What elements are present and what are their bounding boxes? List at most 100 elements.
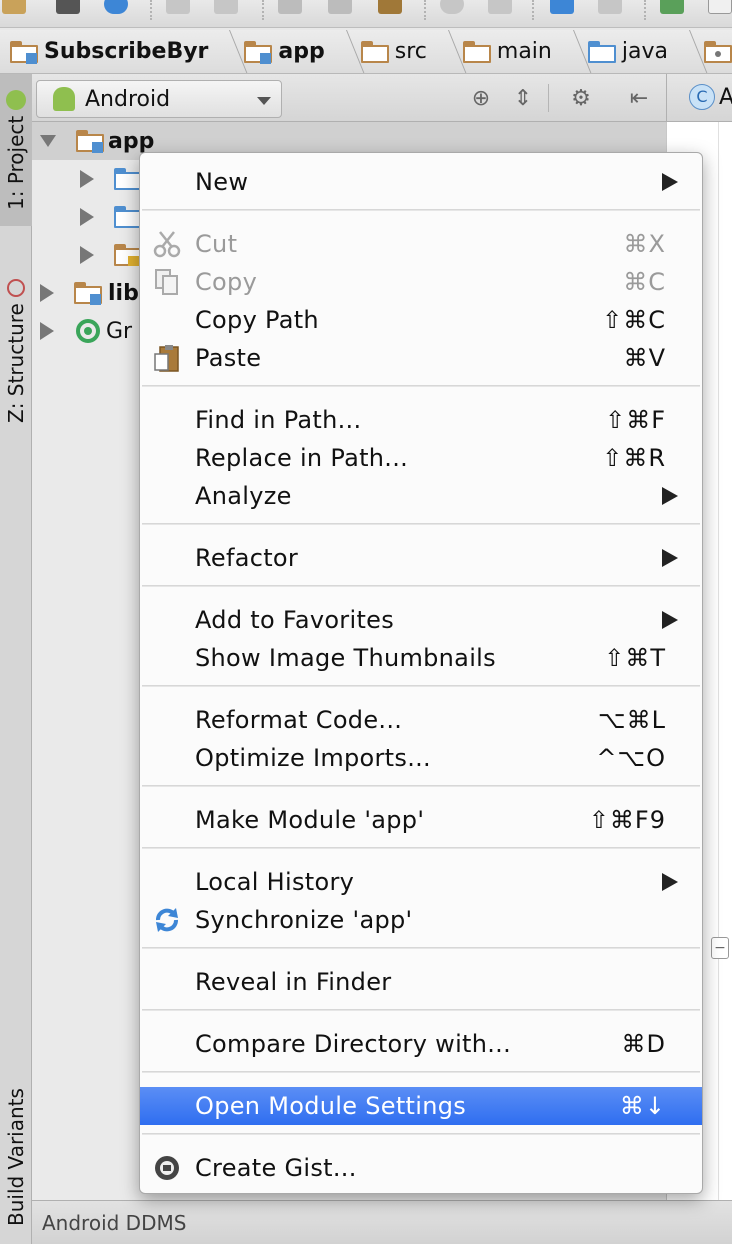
collapse-arrow-icon[interactable]: [80, 170, 94, 188]
tab-project[interactable]: 1: Project: [0, 74, 32, 226]
tab-build-variants[interactable]: Build Variants: [0, 1070, 32, 1244]
fold-icon[interactable]: −: [711, 937, 729, 959]
menu-item-cut[interactable]: Cut ⌘X: [140, 225, 702, 263]
tab-structure[interactable]: Z: Structure: [0, 266, 32, 436]
package-icon: [703, 40, 732, 63]
menu-item-label: Optimize Imports...: [195, 744, 431, 772]
menu-item-show-image-thumbnails[interactable]: Show Image Thumbnails ⇧⌘T: [140, 639, 702, 677]
menu-separator: [142, 1009, 700, 1011]
breadcrumb-item-project[interactable]: SubscribeByr: [10, 30, 249, 73]
menu-separator: [142, 947, 700, 949]
menu-item-reveal-in-finder[interactable]: Reveal in Finder: [140, 963, 702, 1001]
folder-icon[interactable]: [2, 0, 26, 14]
menu-item-copy-path[interactable]: Copy Path ⇧⌘C: [140, 301, 702, 339]
menu-item-new[interactable]: New: [140, 163, 702, 201]
breadcrumb-item-cn[interactable]: cn: [703, 30, 732, 73]
tree-row[interactable]: [80, 236, 144, 274]
breadcrumb-label: app: [278, 39, 325, 64]
tab-structure-label: Z: Structure: [4, 303, 28, 423]
collapse-arrow-icon[interactable]: [80, 246, 94, 264]
menu-item-analyze[interactable]: Analyze: [140, 477, 702, 515]
menu-item-label: Compare Directory with...: [195, 1030, 512, 1058]
save-icon[interactable]: [56, 0, 80, 14]
breadcrumb-item-src[interactable]: src: [360, 30, 467, 73]
menu-item-synchronize[interactable]: Synchronize 'app': [140, 901, 702, 939]
tab-android-ddms[interactable]: Android DDMS: [42, 1211, 186, 1235]
header-separator: [548, 84, 549, 112]
chevron-down-icon: [257, 97, 271, 105]
undo-icon[interactable]: [166, 0, 190, 14]
redo-icon[interactable]: [214, 0, 238, 14]
left-tool-strip: 1: Project Z: Structure Build Variants: [0, 74, 32, 1244]
submenu-arrow-icon: [662, 611, 678, 629]
paste-icon[interactable]: [378, 0, 402, 14]
find-icon[interactable]: [440, 0, 464, 14]
menu-item-shortcut: ⌘D: [621, 1030, 666, 1058]
gear-icon[interactable]: ⚙: [568, 86, 594, 112]
project-panel-header: Android ⊕ ⇕ ⚙ ⇤: [32, 74, 666, 122]
hide-panel-icon[interactable]: ⇤: [626, 86, 652, 112]
menu-item-open-module-settings[interactable]: Open Module Settings ⌘↓: [140, 1087, 702, 1125]
target-icon[interactable]: ⊕: [468, 86, 494, 112]
menu-item-create-gist[interactable]: Create Gist...: [140, 1149, 702, 1187]
menu-item-find-in-path[interactable]: Find in Path... ⇧⌘F: [140, 401, 702, 439]
tree-row[interactable]: [80, 160, 144, 198]
menu-item-paste[interactable]: Paste ⌘V: [140, 339, 702, 377]
sync-icon[interactable]: [104, 0, 128, 14]
expand-arrow-icon[interactable]: [40, 135, 56, 147]
editor-tab[interactable]: C A: [689, 84, 732, 110]
breadcrumb-item-app[interactable]: app: [244, 30, 365, 73]
breadcrumb-item-java[interactable]: java: [587, 30, 708, 73]
menu-item-shortcut: ⇧⌘F9: [588, 806, 666, 834]
project-view-select[interactable]: Android: [36, 80, 282, 118]
back-icon[interactable]: [550, 0, 574, 14]
menu-item-shortcut: ⇧⌘T: [604, 644, 666, 672]
tab-project-label: 1: Project: [4, 115, 28, 211]
menu-item-shortcut: ^⌥O: [596, 744, 666, 772]
menu-item-compare-directory[interactable]: Compare Directory with... ⌘D: [140, 1025, 702, 1063]
menu-item-label: New: [195, 168, 249, 196]
folder-icon: [462, 40, 493, 63]
editor-tab-bar: C A: [666, 74, 732, 122]
device-icon[interactable]: [708, 0, 732, 14]
menu-item-replace-in-path[interactable]: Replace in Path... ⇧⌘R: [140, 439, 702, 477]
tree-label: app: [108, 128, 155, 154]
forward-icon[interactable]: [598, 0, 622, 14]
toolbar-separator: [644, 0, 646, 20]
collapse-arrow-icon[interactable]: [40, 284, 54, 302]
collapse-all-icon[interactable]: ⇕: [510, 86, 536, 112]
menu-item-refactor[interactable]: Refactor: [140, 539, 702, 577]
scissors-icon: [152, 230, 182, 258]
menu-separator: [142, 1071, 700, 1073]
menu-item-label: Paste: [195, 344, 262, 372]
menu-item-label: Create Gist...: [195, 1154, 357, 1182]
android-icon: [6, 89, 26, 110]
collapse-arrow-icon[interactable]: [40, 322, 54, 340]
breadcrumb-item-main[interactable]: main: [462, 30, 592, 73]
menu-item-make-module[interactable]: Make Module 'app' ⇧⌘F9: [140, 801, 702, 839]
tree-row-lib[interactable]: lib: [40, 274, 139, 312]
tree-label: Gr: [106, 318, 133, 344]
project-folder-icon: [10, 40, 40, 64]
source-folder-icon: [587, 40, 618, 63]
toolbar-separator: [150, 0, 152, 20]
replace-icon[interactable]: [488, 0, 512, 14]
cut-icon[interactable]: [278, 0, 302, 14]
copy-icon[interactable]: [328, 0, 352, 14]
menu-item-add-to-favorites[interactable]: Add to Favorites: [140, 601, 702, 639]
menu-item-reformat-code[interactable]: Reformat Code... ⌥⌘L: [140, 701, 702, 739]
menu-item-local-history[interactable]: Local History: [140, 863, 702, 901]
vcs-icon[interactable]: [660, 0, 684, 14]
tree-row-gradle[interactable]: Gr: [40, 312, 132, 350]
submenu-arrow-icon: [662, 487, 678, 505]
menu-item-copy[interactable]: Copy ⌘C: [140, 263, 702, 301]
tree-row[interactable]: [80, 198, 144, 236]
menu-item-shortcut: ⌘X: [623, 230, 666, 258]
menu-separator: [142, 523, 700, 525]
menu-item-optimize-imports[interactable]: Optimize Imports... ^⌥O: [140, 739, 702, 777]
menu-item-label: Local History: [195, 868, 355, 896]
collapse-arrow-icon[interactable]: [80, 208, 94, 226]
menu-item-label: Cut: [195, 230, 238, 258]
breadcrumb-label: java: [621, 39, 668, 64]
submenu-arrow-icon: [662, 873, 678, 891]
